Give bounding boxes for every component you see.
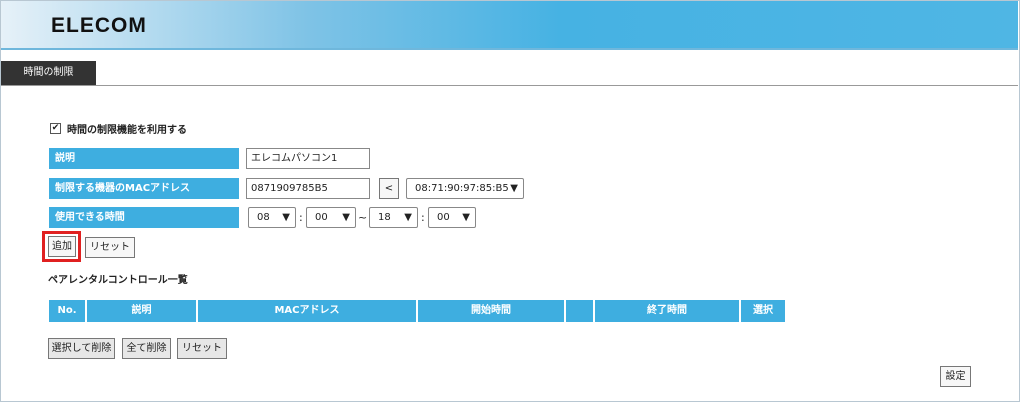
mac-select-value: 08:71:90:97:85:B5 (415, 183, 509, 194)
enable-label: 時間の制限機能を利用する (67, 125, 187, 136)
description-label: 説明 (49, 148, 239, 169)
start-min-value: 00 (315, 212, 328, 223)
mac-input[interactable]: 0871909785B5 (246, 178, 370, 199)
chevron-down-icon: ▼ (510, 183, 518, 194)
col-description: 説明 (87, 300, 198, 322)
apply-button[interactable]: 設定 (940, 366, 971, 387)
elecom-logo: ELECOM (51, 14, 147, 37)
chevron-down-icon: ▼ (462, 212, 470, 223)
start-min-select[interactable]: 00 ▼ (306, 207, 356, 228)
time-label: 使用できる時間 (49, 207, 239, 228)
mac-copy-button[interactable]: < (379, 178, 399, 199)
reset-button[interactable]: リセット (85, 237, 135, 258)
start-hour-select[interactable]: 08 ▼ (248, 207, 296, 228)
delete-selected-button[interactable]: 選択して削除 (48, 338, 115, 359)
description-input[interactable]: エレコムパソコン1 (246, 148, 370, 169)
mac-select[interactable]: 08:71:90:97:85:B5 ▼ (406, 178, 524, 199)
end-hour-select[interactable]: 18 ▼ (369, 207, 418, 228)
end-min-value: 00 (437, 212, 450, 223)
chevron-down-icon: ▼ (282, 212, 290, 223)
time-colon: : (299, 211, 303, 224)
col-select: 選択 (741, 300, 785, 322)
enable-row: ✔ 時間の制限機能を利用する (50, 121, 187, 136)
highlight-box (42, 231, 81, 262)
col-no: No. (49, 300, 87, 322)
list-table-header: No. 説明 MACアドレス 開始時間 終了時間 選択 (49, 300, 785, 322)
start-hour-value: 08 (257, 212, 270, 223)
chevron-down-icon: ▼ (404, 212, 412, 223)
delete-all-button[interactable]: 全て削除 (122, 338, 171, 359)
list-title: ペアレンタルコントロール一覧 (48, 275, 188, 286)
enable-checkbox[interactable]: ✔ (50, 123, 61, 134)
list-reset-button[interactable]: リセット (177, 338, 227, 359)
mac-label: 制限する機器のMACアドレス (49, 178, 239, 199)
end-min-select[interactable]: 00 ▼ (428, 207, 476, 228)
tab-time-restriction[interactable]: 時間の制限 (1, 61, 96, 85)
col-blank (566, 300, 595, 322)
time-colon-2: : (421, 211, 425, 224)
tab-divider (1, 85, 1018, 86)
time-tilde: ~ (358, 211, 368, 224)
col-mac: MACアドレス (198, 300, 418, 322)
header-bar: ELECOM (1, 1, 1018, 50)
col-end-time: 終了時間 (595, 300, 741, 322)
chevron-down-icon: ▼ (342, 212, 350, 223)
col-start-time: 開始時間 (418, 300, 566, 322)
end-hour-value: 18 (378, 212, 391, 223)
